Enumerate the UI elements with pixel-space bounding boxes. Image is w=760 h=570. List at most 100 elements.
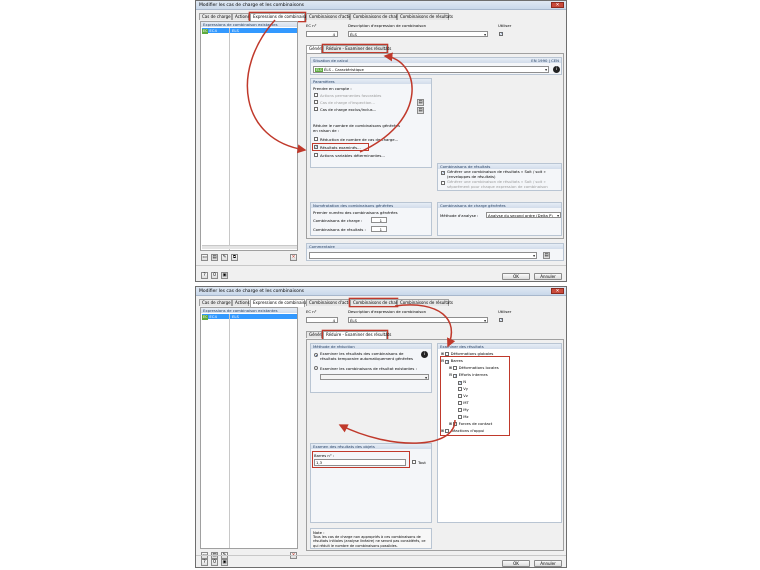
- description-dropdown[interactable]: ÉLS: [348, 31, 488, 37]
- generate-rc-checkbox[interactable]: ✓: [441, 171, 445, 175]
- list-item[interactable]: EC EC4 ELS: [202, 28, 297, 34]
- tree-mt[interactable]: MT: [458, 400, 469, 405]
- copy-icon[interactable]: ⧉: [231, 254, 238, 261]
- subtab-general[interactable]: Général: [306, 331, 325, 338]
- tree-vz[interactable]: Vz: [458, 393, 468, 398]
- ok-button[interactable]: OK: [502, 560, 530, 567]
- use-checkbox[interactable]: ✓: [499, 318, 503, 322]
- tree-n[interactable]: ✓ N: [458, 379, 466, 385]
- cancel-button[interactable]: Annuler: [534, 560, 562, 567]
- comment-browse-icon[interactable]: ▤: [543, 252, 550, 259]
- note-group: Note : Tous les cas de charge non approp…: [310, 528, 432, 549]
- tab-action-combinations[interactable]: Combinaisons d'actions: [306, 299, 356, 306]
- list-item-name: ELS: [232, 28, 239, 33]
- new-icon[interactable]: ▭: [201, 254, 208, 261]
- horizontal-scrollbar[interactable]: [202, 245, 297, 249]
- exclusive-edit-icon[interactable]: ▤: [417, 107, 424, 114]
- lc-number-field[interactable]: 1: [371, 217, 387, 223]
- subtab-general[interactable]: Général: [306, 45, 325, 53]
- reduce-page: Méthode de réduction Examiner les résult…: [306, 339, 564, 551]
- rc-number-field[interactable]: 1: [371, 226, 387, 232]
- description-dropdown[interactable]: ÉLS: [348, 317, 488, 323]
- favorable-label: Actions permanentes favorables: [320, 93, 382, 98]
- reduce-lc-label: Réduction de nombre de cas de charge...: [320, 137, 399, 142]
- ec-number-label: EC n°: [306, 309, 317, 314]
- design-situation-dropdown[interactable]: ÉLS ÉLS - Caractéristique: [313, 66, 549, 73]
- reduce-text: Réduire le nombre de combinaisons généré…: [313, 123, 400, 133]
- delete-icon[interactable]: ✕: [290, 254, 297, 261]
- list-item[interactable]: EC EC4 ELS: [202, 314, 297, 320]
- tab-combination-expressions[interactable]: Expressions de combinaison: [250, 13, 310, 21]
- help-icon[interactable]: ?: [201, 559, 208, 566]
- exclusive-checkbox[interactable]: [314, 107, 318, 111]
- subtab-reduce[interactable]: Réduire - Examiner des résultats: [323, 331, 391, 339]
- save-icon[interactable]: ▣: [221, 559, 228, 566]
- info-icon[interactable]: i: [553, 66, 560, 73]
- tree-support-reactions[interactable]: ⊞ Réactions d'appui: [441, 428, 484, 433]
- tab-load-combinations[interactable]: Combinaisons de charge: [350, 13, 402, 20]
- column-divider: [229, 28, 230, 250]
- open-icon[interactable]: ▤: [211, 254, 218, 261]
- tab-actions[interactable]: Actions: [232, 299, 250, 306]
- existing-rc-dropdown[interactable]: [320, 374, 429, 380]
- existing-expressions-list[interactable]: Expressions de combinaison existantes EC…: [200, 21, 298, 251]
- footer-divider: [196, 265, 566, 266]
- bars-field[interactable]: 1,3: [314, 459, 406, 466]
- ec-number-field[interactable]: 4: [306, 317, 338, 323]
- tab-load-combinations[interactable]: Combinaisons de charge: [350, 299, 402, 306]
- tab-action-combinations[interactable]: Combinaisons d'actions: [306, 13, 356, 20]
- ec-number-label: EC n°: [306, 23, 317, 28]
- tab-result-combinations[interactable]: Combinaisons de résultats: [397, 13, 453, 20]
- comment-field[interactable]: [309, 252, 537, 259]
- lc-number-label: Combinaisons de charge :: [313, 218, 363, 223]
- first-number-label: Premier numéro des combinaisons générées: [313, 210, 398, 215]
- decisive-checkbox[interactable]: [314, 153, 318, 157]
- tree-local-deformations[interactable]: ⊞ Déformations locales: [449, 365, 499, 370]
- units-icon[interactable]: 0: [211, 272, 218, 279]
- tree-internal-forces[interactable]: ⊟ ✓ Efforts internes: [449, 372, 488, 378]
- close-icon[interactable]: ✕: [551, 2, 564, 8]
- inspection-label: Cas de charge d'inspection...: [320, 100, 376, 105]
- all-checkbox[interactable]: [412, 460, 416, 464]
- tree-global-deformations[interactable]: ⊞ Déformations globales: [441, 351, 493, 356]
- ec-number-field[interactable]: 4: [306, 31, 338, 37]
- tree-contact-forces[interactable]: ⊞ Forces de contact: [449, 421, 492, 426]
- window-title: Modifier les cas de charge et les combin…: [199, 289, 305, 294]
- tree-my[interactable]: My: [458, 407, 469, 412]
- inspection-checkbox[interactable]: [314, 100, 318, 104]
- subtab-reduce[interactable]: Réduire - Examiner des résultats: [323, 45, 391, 52]
- tab-result-combinations[interactable]: Combinaisons de résultats: [397, 299, 453, 306]
- use-label: Utiliser: [498, 309, 512, 314]
- window-title: Modifier les cas de charge et les combin…: [199, 3, 305, 8]
- edit-icon[interactable]: ✎: [221, 254, 228, 261]
- info-icon[interactable]: i: [421, 351, 428, 358]
- tree-mz[interactable]: Mz: [458, 414, 469, 419]
- generate-rc-extra-checkbox[interactable]: [441, 181, 445, 185]
- favorable-checkbox[interactable]: [314, 93, 318, 97]
- tab-load-cases[interactable]: Cas de charge: [199, 13, 232, 20]
- tab-actions[interactable]: Actions: [232, 13, 250, 20]
- units-icon[interactable]: 0: [211, 559, 218, 566]
- reduction-method-header: Méthode de réduction: [311, 344, 431, 349]
- option-existing-radio[interactable]: [314, 366, 318, 370]
- tab-combination-expressions[interactable]: Expressions de combinaison: [250, 299, 310, 307]
- examined-results-checkbox[interactable]: ✓: [314, 145, 318, 149]
- help-icon[interactable]: ?: [201, 272, 208, 279]
- tree-bars[interactable]: ⊟ ✓ Barres: [441, 358, 463, 364]
- close-icon[interactable]: ✕: [551, 288, 564, 294]
- reduce-lc-checkbox[interactable]: [314, 137, 318, 141]
- ok-button[interactable]: OK: [502, 273, 530, 280]
- inspection-edit-icon[interactable]: ▤: [417, 99, 424, 106]
- tab-load-cases[interactable]: Cas de charge: [199, 299, 232, 306]
- existing-expressions-list[interactable]: Expressions de combinaison existantes EC…: [200, 307, 298, 549]
- cancel-button[interactable]: Annuler: [534, 273, 562, 280]
- save-icon[interactable]: ▣: [221, 272, 228, 279]
- analysis-method-dropdown[interactable]: Analyse du second ordre (Delta P): [486, 212, 561, 218]
- list-item-name: ELS: [232, 314, 239, 319]
- description-label: Description d'expression de combinaison: [348, 23, 426, 28]
- option-automatic-radio[interactable]: [314, 353, 318, 357]
- tab-bar: Cas de charge Actions Expressions de com…: [199, 13, 563, 21]
- tree-vy[interactable]: Vy: [458, 386, 468, 391]
- use-checkbox[interactable]: ✓: [499, 32, 503, 36]
- option-existing-label: Examiner les combinaisons de résultat ex…: [320, 366, 417, 371]
